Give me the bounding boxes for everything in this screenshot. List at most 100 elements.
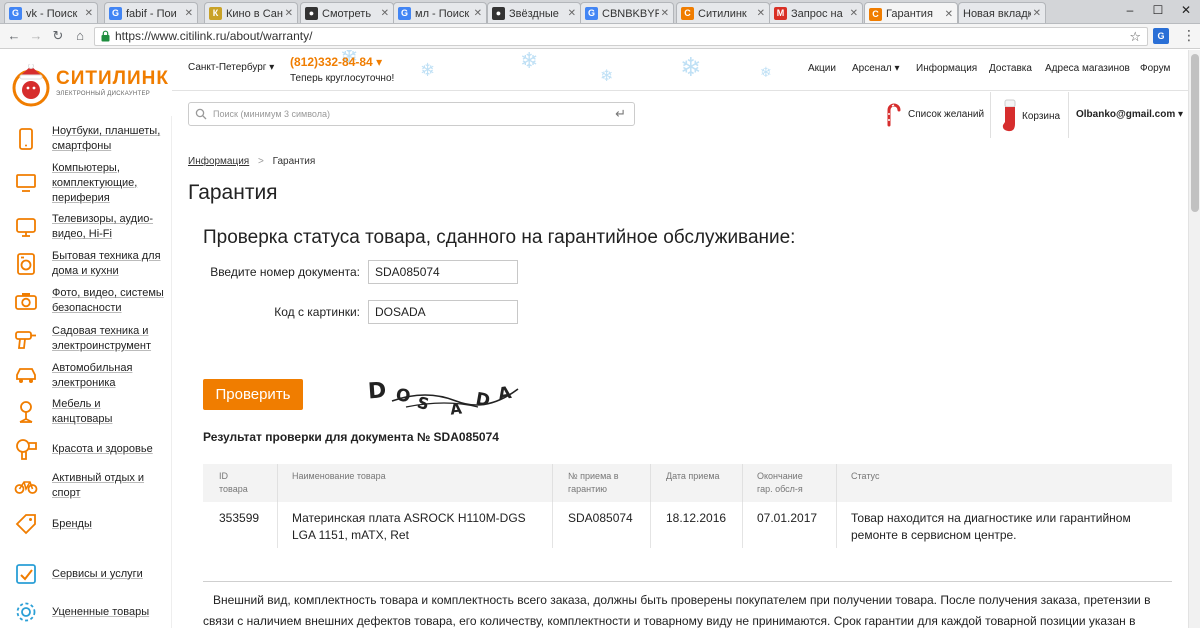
google-favicon-icon: G — [109, 7, 122, 20]
browser-tab[interactable]: С Ситилинк ✕ — [676, 2, 770, 23]
check-button[interactable]: Проверить — [203, 379, 303, 410]
bookmark-star-icon[interactable]: ☆ — [1129, 28, 1141, 45]
back-icon[interactable]: ← — [6, 28, 22, 44]
close-icon[interactable]: ✕ — [850, 8, 858, 19]
category-sidebar: Ноутбуки, планшеты, смартфоны Компьютеры… — [0, 116, 172, 628]
maximize-icon[interactable]: ☐ — [1144, 0, 1172, 20]
translate-extension-icon[interactable]: G — [1153, 28, 1169, 44]
sidebar-item-label: Бренды — [52, 517, 92, 530]
wishlist-label: Список желаний — [908, 108, 985, 120]
page-title: Гарантия — [188, 181, 278, 204]
close-icon[interactable]: ✕ — [661, 8, 669, 19]
scrollbar-thumb[interactable] — [1191, 54, 1199, 212]
browser-tab[interactable]: ● Звёздные ✕ — [487, 2, 581, 23]
nav-link-arsenal[interactable]: Арсенал ▾ — [852, 63, 900, 74]
browser-tab-strip: G vk - Поиск ✕ G fabif - Пои ✕ К Кино в … — [0, 0, 1200, 24]
chevron-down-icon: ▾ — [376, 55, 383, 69]
sidebar-item-laptops[interactable]: Ноутбуки, планшеты, смартфоны — [0, 124, 172, 154]
sidebar-item-label: Бытовая техника для дома и кухни — [52, 250, 161, 277]
sidebar-item-beauty[interactable]: Красота и здоровье — [0, 439, 172, 460]
captcha-input[interactable] — [368, 300, 518, 324]
nav-link-stores[interactable]: Адреса магазинов — [1045, 63, 1130, 74]
nav-link-delivery[interactable]: Доставка — [989, 63, 1032, 74]
enter-icon[interactable]: ↵ — [615, 106, 626, 122]
close-icon[interactable]: ✕ — [185, 8, 193, 19]
home-icon[interactable]: ⌂ — [72, 28, 88, 44]
cell-line: ремонте в сервисном центре. — [851, 528, 1017, 542]
user-email: Olbanko@gmail.com — [1076, 109, 1176, 120]
close-icon[interactable]: ✕ — [568, 8, 576, 19]
column-divider — [836, 502, 837, 548]
browser-tab[interactable]: Новая вкладка ✕ — [958, 2, 1046, 23]
city-selector[interactable]: Санкт-Петербург ▾ — [188, 62, 274, 73]
sidebar-item-tv[interactable]: Телевизоры, аудио-видео, Hi-Fi — [0, 212, 172, 242]
reload-icon[interactable]: ↻ — [50, 28, 66, 44]
address-bar[interactable]: https://www.citilink.ru/about/warranty/ … — [94, 27, 1148, 46]
doc-number-input[interactable] — [368, 260, 518, 284]
header-line: Окончание — [757, 471, 803, 481]
svg-text:D: D — [367, 378, 387, 404]
tv-icon — [16, 218, 36, 237]
column-divider — [650, 464, 651, 502]
window-close-icon[interactable]: ✕ — [1172, 0, 1200, 20]
cell-line: Материнская плата ASROCK H110M-DGS — [292, 511, 526, 525]
phone-icon — [19, 128, 33, 150]
google-favicon-icon: G — [398, 7, 411, 20]
browser-tab-active[interactable]: С Гарантия ✕ — [864, 2, 958, 23]
sidebar-item-photo[interactable]: Фото, видео, системы безопасности — [0, 286, 172, 316]
sidebar-item-computers[interactable]: Компьютеры, комплектующие, периферия — [0, 160, 172, 206]
gmail-favicon-icon: M — [774, 7, 787, 20]
browser-tab[interactable]: M Запрос на ✕ — [769, 2, 863, 23]
browser-tab[interactable]: ● Смотреть ✕ — [300, 2, 394, 23]
cart-link[interactable]: Корзина — [1000, 96, 1060, 136]
warranty-note: Внешний вид, комплектность товара и комп… — [203, 593, 1151, 628]
close-icon[interactable]: ✕ — [945, 9, 953, 20]
close-icon[interactable]: ✕ — [474, 8, 482, 19]
close-icon[interactable]: ✕ — [757, 8, 765, 19]
column-header-date: Дата приема — [666, 470, 720, 483]
washer-icon — [17, 253, 35, 275]
sidebar-item-label: Компьютеры, комплектующие, периферия — [52, 161, 138, 204]
page: ❄ ❄ ❄ ❄ ❄ ❄ СИТИЛИНК ЭЛЕКТРОННЫЙ ДИСКАУН… — [0, 50, 1188, 628]
browser-tab[interactable]: G мл - Поиск ✕ — [393, 2, 487, 23]
sidebar-item-label: Активный отдых и спорт — [52, 472, 145, 499]
breadcrumb-link-info[interactable]: Информация — [188, 156, 249, 167]
nav-link-info[interactable]: Информация — [916, 63, 977, 74]
browser-tab[interactable]: G vk - Поиск ✕ — [4, 2, 98, 23]
nav-link-promotions[interactable]: Акции — [808, 63, 836, 74]
sidebar-item-garden[interactable]: Садовая техника и электроинструмент — [0, 324, 172, 354]
cell-line: Товар находится на диагностике или гаран… — [851, 511, 1131, 525]
column-header-status: Статус — [851, 470, 879, 483]
close-icon[interactable]: ✕ — [1033, 8, 1041, 19]
search-input[interactable]: Поиск (минимум 3 символа) ↵ — [188, 102, 635, 126]
close-icon[interactable]: ✕ — [85, 8, 93, 19]
drill-icon — [15, 331, 36, 349]
cart-label: Корзина — [1022, 110, 1061, 122]
forward-icon[interactable]: → — [28, 28, 44, 44]
browser-tab[interactable]: G fabif - Пои ✕ — [104, 2, 198, 23]
tab-label: CBNBKBYR — [602, 7, 659, 20]
sidebar-item-appliances[interactable]: Бытовая техника для дома и кухни — [0, 249, 172, 279]
browser-tab[interactable]: К Кино в Сан ✕ — [204, 2, 298, 23]
page-scrollbar[interactable] — [1188, 50, 1200, 628]
sidebar-item-brands[interactable]: Бренды — [0, 514, 172, 535]
user-menu[interactable]: Olbanko@gmail.com ▾ — [1076, 109, 1183, 120]
sidebar-item-auto[interactable]: Автомобильная электроника — [0, 361, 172, 391]
sidebar-item-services[interactable]: Сервисы и услуги — [0, 564, 172, 584]
nav-link-forum[interactable]: Форум — [1140, 63, 1170, 74]
sidebar-item-discounted[interactable]: Уцененные товары — [0, 602, 172, 622]
header-line: № приема в — [568, 471, 619, 481]
sidebar-item-furniture[interactable]: Мебель и канцтовары — [0, 398, 172, 425]
minimize-icon[interactable]: – — [1116, 0, 1144, 20]
camera-icon — [15, 293, 37, 310]
wishlist-link[interactable]: Список желаний — [884, 102, 985, 127]
menu-dots-icon[interactable]: ⋮ — [1182, 27, 1196, 44]
close-icon[interactable]: ✕ — [285, 8, 293, 19]
phone-number[interactable]: (812)332-84-84 ▾ — [290, 55, 382, 69]
tab-label: Кино в Сан — [226, 7, 283, 20]
sidebar-item-sport[interactable]: Активный отдых и спорт — [0, 471, 172, 501]
browser-tab[interactable]: G CBNBKBYR ✕ — [580, 2, 674, 23]
svg-text:D: D — [474, 389, 491, 411]
site-logo[interactable]: СИТИЛИНК ЭЛЕКТРОННЫЙ ДИСКАУНТЕР — [12, 60, 172, 116]
close-icon[interactable]: ✕ — [381, 8, 389, 19]
